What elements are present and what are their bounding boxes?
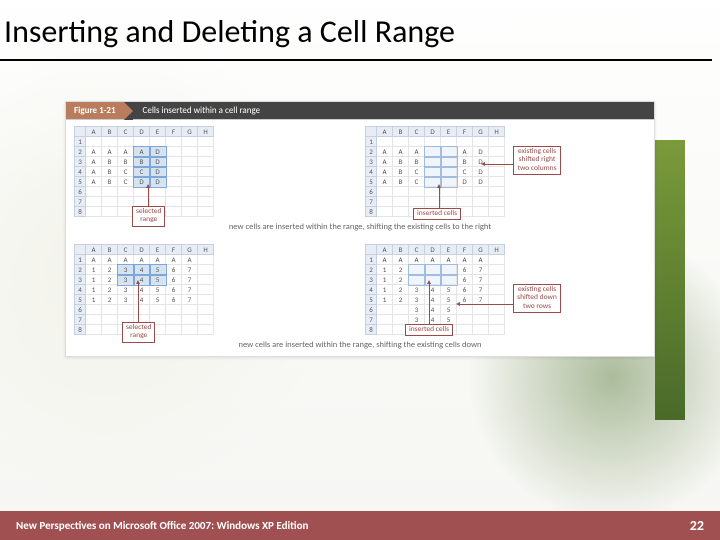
spreadsheet-top-left: ABCDEFGH 1 2AAAAD 3ABBBD 4ABCCD 5ABCDD 6… — [74, 126, 214, 217]
footer-text: New Perspectives on Microsoft Office 200… — [16, 519, 308, 532]
grids-row-bottom: ABCDEFGH 1AAAAAAA 21234567 31234567 4123… — [66, 238, 654, 337]
grid-top-right: ABCDEFGH 1 2AAAAD 3ABBBD 4ABCCD 5ABCDD 6… — [365, 126, 646, 217]
slide-footer: New Perspectives on Microsoft Office 200… — [0, 511, 720, 540]
callout-inserted-cells-2: inserted cells — [405, 324, 453, 336]
grids-row-top: ABCDEFGH 1 2AAAAD 3ABBBD 4ABCCD 5ABCDD 6… — [66, 120, 654, 219]
figure-arrow-icon — [124, 102, 133, 120]
callout-shift-down: existing cells shifted down two rows — [513, 284, 561, 313]
callout-arrow — [460, 304, 515, 305]
grid-top-left: ABCDEFGH 1 2AAAAD 3ABBBD 4ABCCD 5ABCDD 6… — [74, 126, 355, 217]
spreadsheet-bottom-right: ABCDEFGH 1AAAAAAA 21267 31267 41234567 5… — [365, 244, 505, 335]
grid-bottom-left: ABCDEFGH 1AAAAAAA 21234567 31234567 4123… — [74, 244, 355, 335]
grid-bottom-right: ABCDEFGH 1AAAAAAA 21267 31267 41234567 5… — [365, 244, 646, 335]
spreadsheet-top-right: ABCDEFGH 1 2AAAAD 3ABBBD 4ABCCD 5ABCDD 6… — [365, 126, 505, 217]
callout-selected-range-2: selectedrange — [122, 322, 155, 343]
callout-inserted-cells: inserted cells — [413, 208, 461, 220]
figure-header: Figure 1-21 Cells inserted within a cell… — [66, 102, 654, 120]
page-number: 22 — [690, 517, 704, 534]
callout-arrow — [138, 284, 139, 324]
callout-shift-right: existing cells shifted right two columns — [513, 146, 561, 175]
figure-title: Cells inserted within a cell range — [133, 102, 654, 119]
callout-arrow — [429, 284, 430, 326]
callout-arrow — [148, 188, 149, 208]
figure-embed: Figure 1-21 Cells inserted within a cell… — [65, 101, 655, 357]
page-title: Inserting and Deleting a Cell Range — [0, 0, 712, 61]
callout-arrow — [439, 188, 440, 210]
slide-content: Inserting and Deleting a Cell Range Figu… — [0, 0, 720, 357]
figure-number: Figure 1-21 — [66, 102, 124, 119]
callout-arrow — [485, 164, 515, 165]
callout-selected-range: selectedrange — [132, 206, 165, 227]
